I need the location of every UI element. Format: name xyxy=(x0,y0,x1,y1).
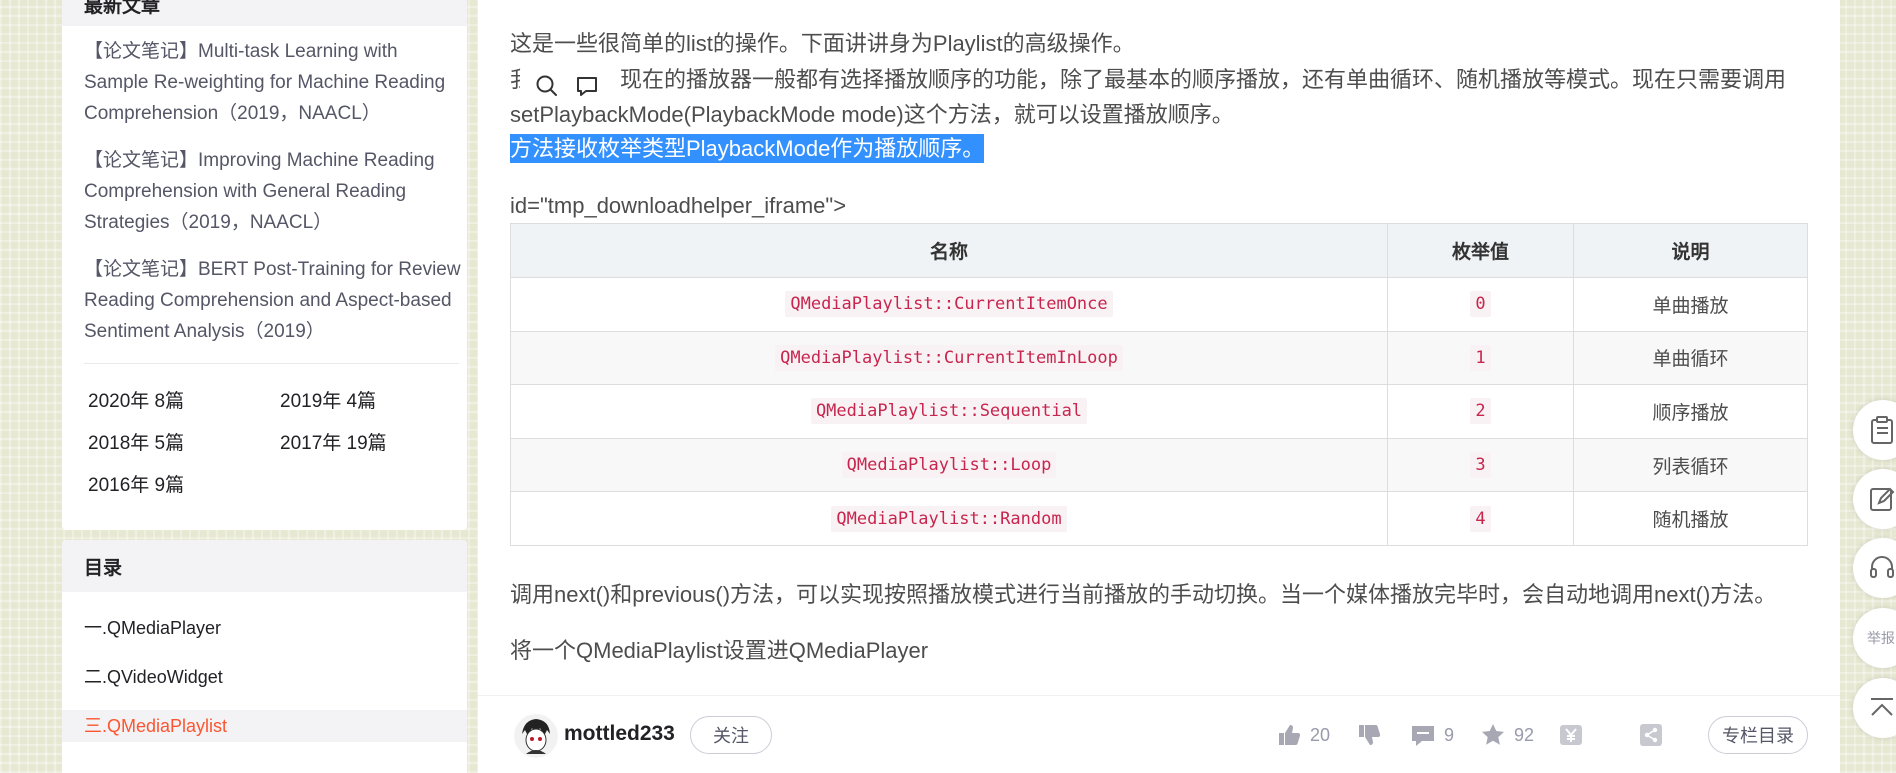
enum-name: QMediaPlaylist::CurrentItemInLoop xyxy=(775,344,1123,371)
article-main: 这是一些很简单的list的操作。下面讲讲身为Playlist的高级操作。 我们知… xyxy=(478,0,1840,773)
table-cell: 列表循环 xyxy=(1573,437,1808,493)
archive-link-2018[interactable]: 2018年 5篇 xyxy=(88,430,280,458)
thumbs-up-icon xyxy=(1279,725,1301,745)
dislike-button[interactable] xyxy=(1356,722,1382,748)
recent-articles-title: 最新文章 xyxy=(62,0,467,26)
table-header-row: 名称 枚举值 说明 xyxy=(510,223,1808,278)
paragraph: 将一个QMediaPlaylist设置进QMediaPlayer xyxy=(510,638,929,663)
enum-value: 1 xyxy=(1470,344,1491,371)
article-link[interactable]: 【论文笔记】Improving Machine Reading Comprehe… xyxy=(84,145,464,238)
enum-name: QMediaPlaylist::CurrentItemOnce xyxy=(785,291,1113,318)
enum-name: QMediaPlaylist::Random xyxy=(831,505,1067,532)
table-cell: 随机播放 xyxy=(1573,491,1808,546)
recent-articles-card: 最新文章 【论文笔记】Multi-task Learning with Samp… xyxy=(62,0,467,530)
enum-value: 3 xyxy=(1470,452,1491,479)
table-cell: 单曲播放 xyxy=(1573,277,1808,332)
table-cell: 4 xyxy=(1387,491,1574,546)
table-cell: QMediaPlaylist::Random xyxy=(510,491,1388,546)
table-cell: 1 xyxy=(1387,330,1574,386)
table-row: QMediaPlaylist::Loop 3 列表循环 xyxy=(510,437,1808,493)
table-cell: 0 xyxy=(1387,277,1574,332)
column-header: 枚举值 xyxy=(1387,223,1574,278)
toc-card: 目录 一.QMediaPlayer 二.QVideoWidget 三.QMedi… xyxy=(62,540,467,773)
reward-button[interactable] xyxy=(1558,722,1584,748)
comment-icon[interactable] xyxy=(574,73,600,99)
follow-button[interactable]: 关注 xyxy=(690,716,772,754)
column-directory-button[interactable]: 专栏目录 xyxy=(1708,716,1808,754)
author-avatar[interactable] xyxy=(514,714,558,758)
table-cell: 3 xyxy=(1387,437,1574,493)
table-cell: 顺序播放 xyxy=(1573,384,1808,439)
table-row: QMediaPlaylist::CurrentItemInLoop 1 单曲循环 xyxy=(510,330,1808,386)
thumbs-down-icon xyxy=(1359,725,1381,745)
clipboard-list-icon xyxy=(1871,416,1893,444)
table-cell: 2 xyxy=(1387,384,1574,439)
toc-item-qmediaplayer[interactable]: 一.QMediaPlayer xyxy=(62,612,467,644)
table-cell: QMediaPlaylist::CurrentItemInLoop xyxy=(510,330,1388,386)
back-to-top-button[interactable] xyxy=(1853,678,1896,738)
author-name[interactable]: mottled233 xyxy=(564,722,675,746)
selection-toolbar xyxy=(520,66,608,106)
toc-item-qvideowidget[interactable]: 二.QVideoWidget xyxy=(62,661,467,693)
arrow-up-icon xyxy=(1871,698,1893,716)
text-selection: 方法接收枚举类型PlaybackMode作为播放顺序。 xyxy=(510,134,985,163)
enum-value: 0 xyxy=(1470,291,1491,318)
paragraph: 我们知道，现在的播放器一般都有选择播放顺序的功能，除了最基本的顺序播放，还有单曲… xyxy=(510,67,1787,92)
favorite-button[interactable]: 92 xyxy=(1480,722,1534,748)
headset-icon xyxy=(1870,556,1894,578)
paragraph: id="tmp_downloadhelper_iframe"> xyxy=(510,193,847,218)
search-icon[interactable] xyxy=(534,73,560,99)
archive-list: 2020年 8篇 2019年 4篇 2018年 5篇 2017年 19篇 201… xyxy=(62,364,467,500)
enum-name: QMediaPlaylist::Sequential xyxy=(810,398,1088,425)
yuan-icon xyxy=(1560,725,1582,745)
enum-name: QMediaPlaylist::Loop xyxy=(841,452,1057,479)
side-tool-write[interactable] xyxy=(1853,469,1896,529)
archive-link-2017[interactable]: 2017年 19篇 xyxy=(280,430,472,458)
selected-paragraph: 方法接收枚举类型PlaybackMode作为播放顺序。 xyxy=(510,131,985,166)
comment-bubble-icon xyxy=(1412,726,1434,746)
enum-value: 4 xyxy=(1470,505,1491,532)
playback-mode-table: 名称 枚举值 说明 QMediaPlaylist::CurrentItemOnc… xyxy=(510,223,1808,546)
report-label: 举报 xyxy=(1867,630,1895,646)
toc-title: 目录 xyxy=(62,540,467,592)
table-row: QMediaPlaylist::CurrentItemOnce 0 单曲播放 xyxy=(510,277,1808,332)
toc-list: 一.QMediaPlayer 二.QVideoWidget 三.QMediaPl… xyxy=(62,592,467,742)
side-tool-catalog[interactable] xyxy=(1853,400,1896,460)
like-button[interactable]: 20 xyxy=(1276,722,1330,748)
edit-icon xyxy=(1870,487,1895,511)
paragraph: 这是一些很简单的list的操作。下面讲讲身为Playlist的高级操作。 xyxy=(510,31,1135,56)
side-tool-support[interactable] xyxy=(1853,538,1896,598)
comment-button[interactable]: 9 xyxy=(1410,722,1454,748)
paragraph: setPlaybackMode(PlaybackMode mode)这个方法，就… xyxy=(510,102,1234,127)
article-bottom-toolbar: mottled233 关注 20 9 92 专栏目录 xyxy=(478,695,1840,773)
star-icon xyxy=(1482,724,1504,745)
table-row: QMediaPlaylist::Sequential 2 顺序播放 xyxy=(510,384,1808,439)
column-header: 名称 xyxy=(510,223,1388,278)
archive-link-2020[interactable]: 2020年 8篇 xyxy=(88,388,280,416)
side-tool-report[interactable]: 举报 xyxy=(1853,608,1896,668)
share-icon xyxy=(1640,724,1662,746)
table-cell: QMediaPlaylist::CurrentItemOnce xyxy=(510,277,1388,332)
archive-link-2016[interactable]: 2016年 9篇 xyxy=(88,472,280,500)
table-cell: QMediaPlaylist::Sequential xyxy=(510,384,1388,439)
paragraph: 调用next()和previous()方法，可以实现按照播放模式进行当前播放的手… xyxy=(510,582,1777,607)
archive-link-2019[interactable]: 2019年 4篇 xyxy=(280,388,472,416)
favorite-count: 92 xyxy=(1514,724,1535,745)
toc-item-qmediaplaylist[interactable]: 三.QMediaPlaylist xyxy=(62,710,467,742)
table-row: QMediaPlaylist::Random 4 随机播放 xyxy=(510,491,1808,546)
article-link[interactable]: 【论文笔记】Multi-task Learning with Sample Re… xyxy=(84,36,464,129)
column-header: 说明 xyxy=(1573,223,1808,278)
table-cell: QMediaPlaylist::Loop xyxy=(510,437,1388,493)
article-list: 【论文笔记】Multi-task Learning with Sample Re… xyxy=(62,26,467,347)
like-count: 20 xyxy=(1310,724,1331,745)
share-button[interactable] xyxy=(1638,722,1664,748)
comment-count: 9 xyxy=(1444,724,1455,745)
article-link[interactable]: 【论文笔记】BERT Post-Training for Review Read… xyxy=(84,254,464,347)
table-cell: 单曲循环 xyxy=(1573,330,1808,386)
enum-value: 2 xyxy=(1470,398,1491,425)
